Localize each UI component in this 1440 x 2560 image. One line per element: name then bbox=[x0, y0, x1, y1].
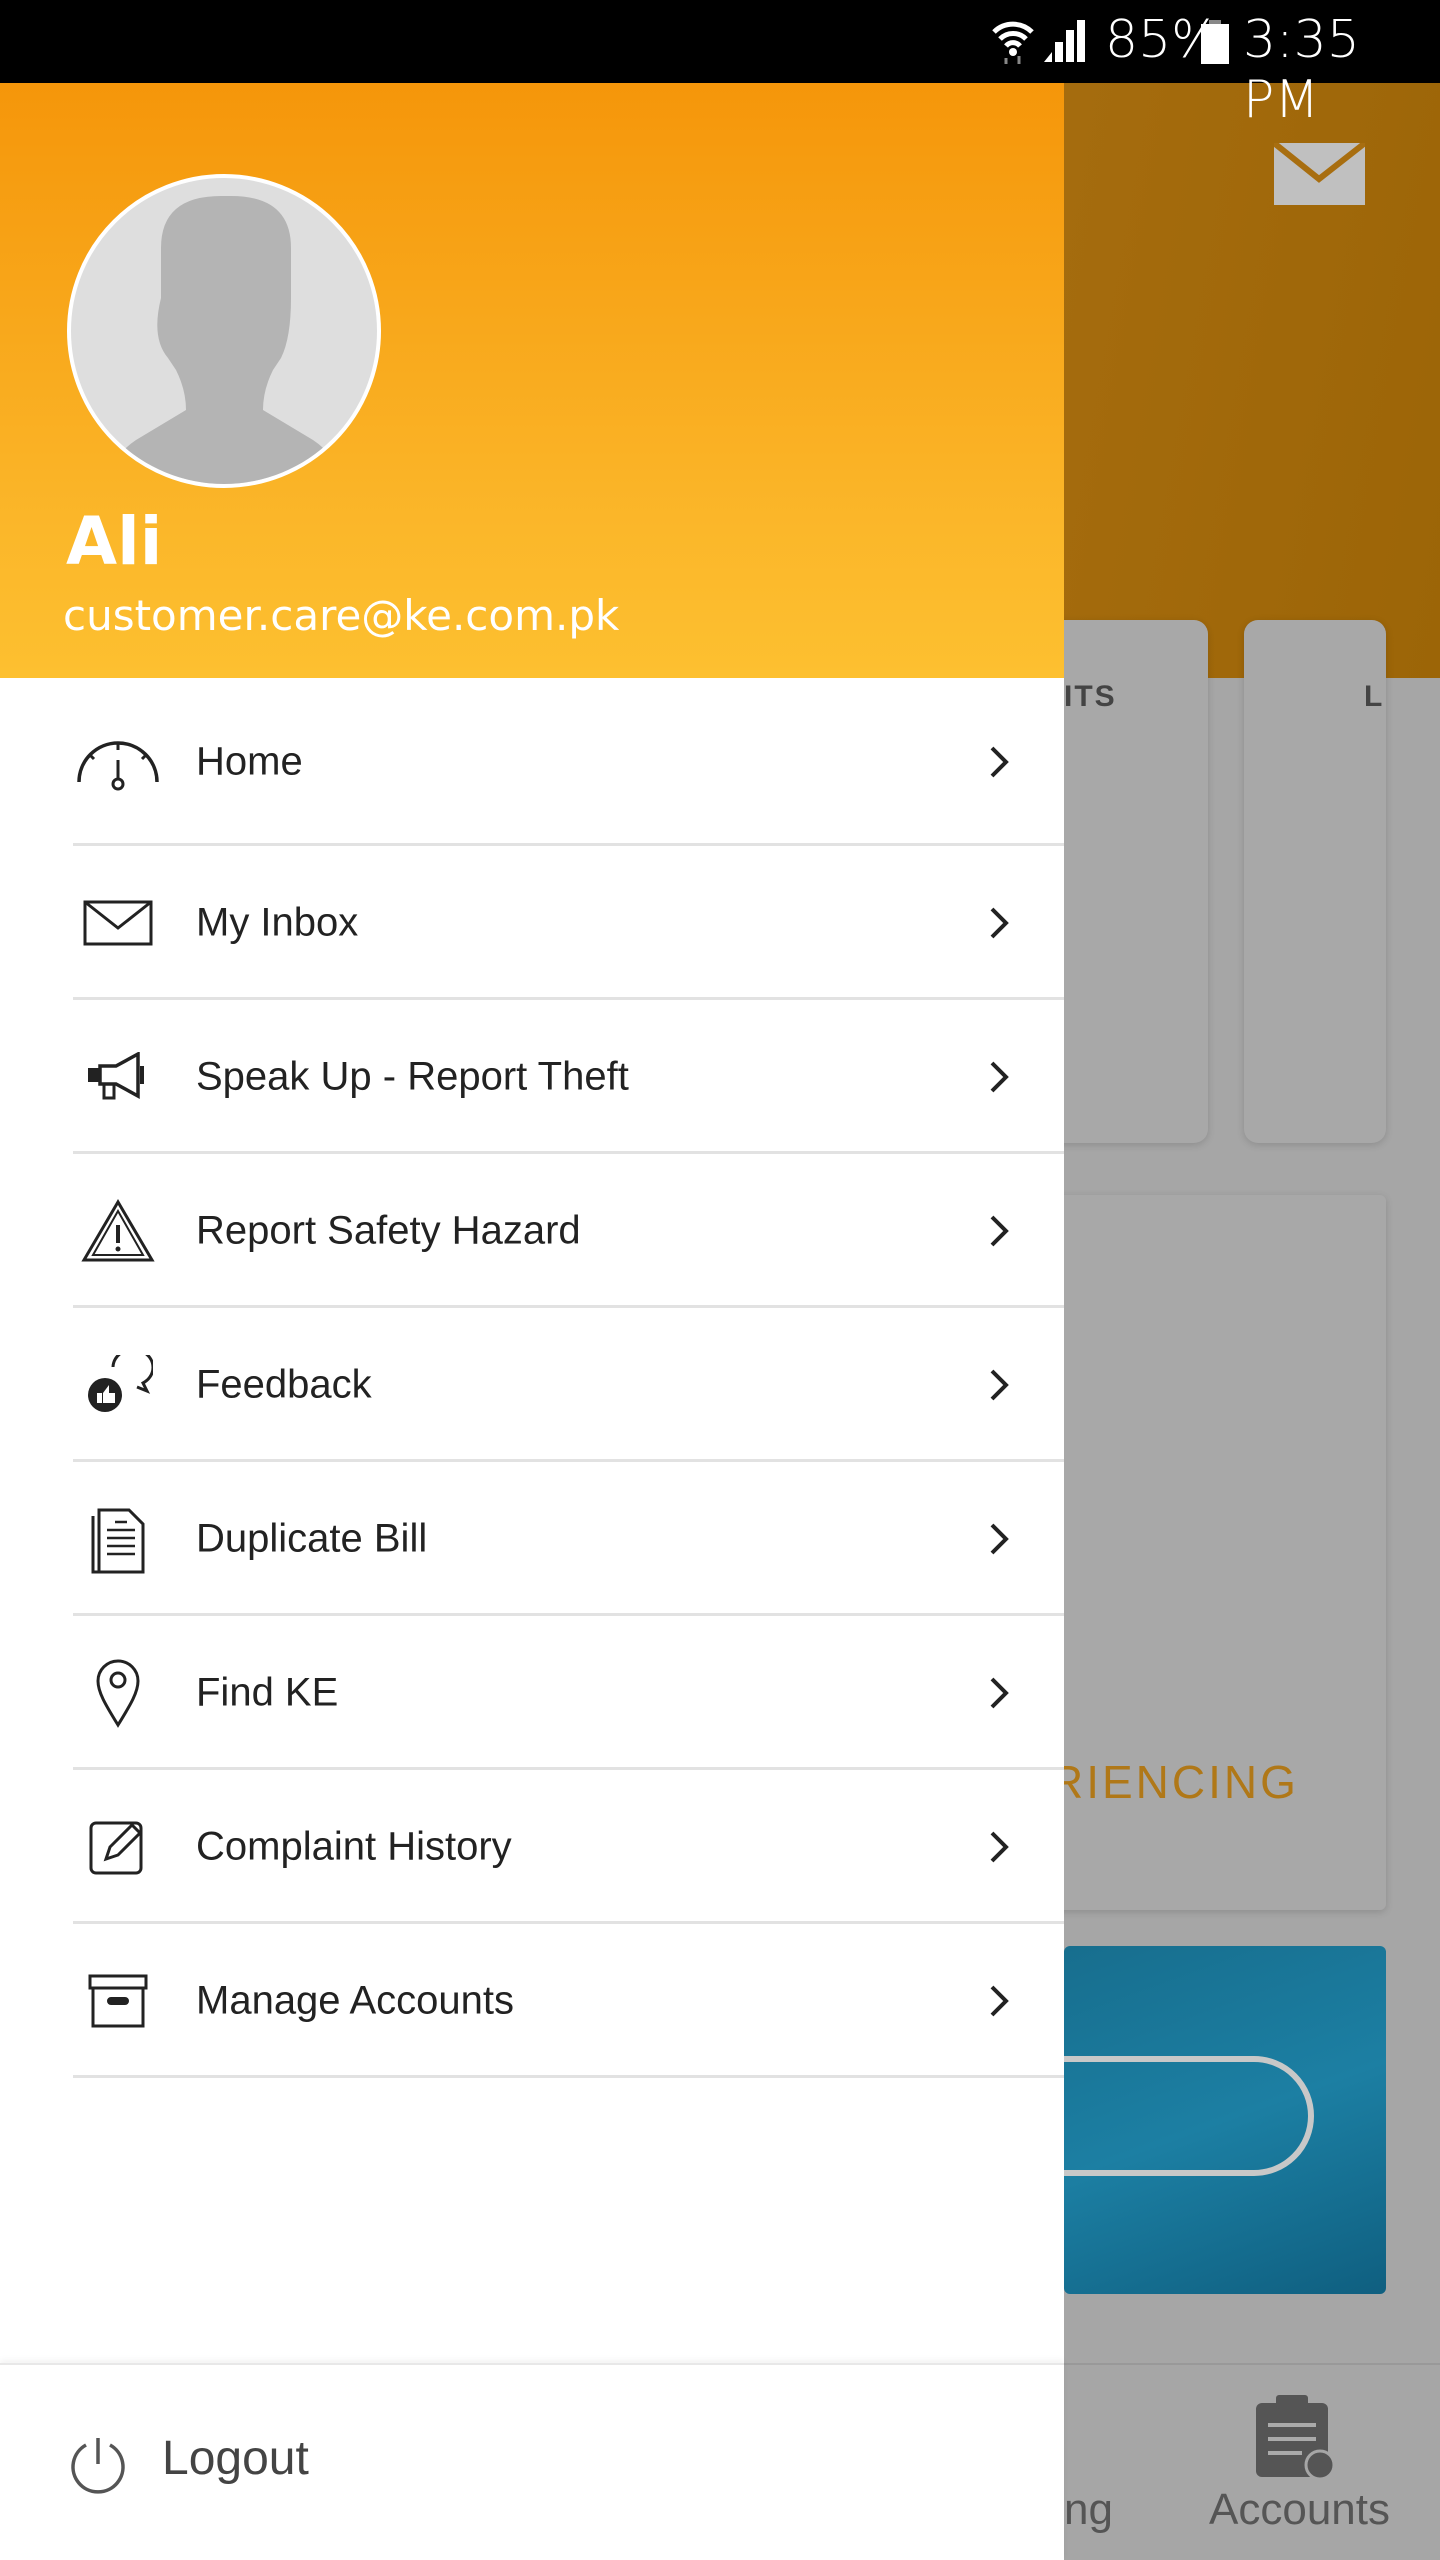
logout-label: Logout bbox=[162, 2431, 309, 2485]
chevron-right-icon bbox=[990, 1523, 1009, 1555]
user-email: customer.care@ke.com.pk bbox=[63, 591, 620, 640]
menu-item-complaint-history[interactable]: Complaint History bbox=[0, 1770, 1064, 1924]
status-bar: 85% 3:35 PM bbox=[0, 0, 1440, 130]
archive-box-icon bbox=[73, 1961, 163, 2041]
divider bbox=[73, 2075, 1064, 2078]
menu-item-label: Find KE bbox=[196, 1670, 339, 1715]
background-banner-card[interactable]: RIENCING bbox=[1030, 1195, 1386, 1910]
feedback-icon bbox=[73, 1345, 163, 1425]
logout-button[interactable]: Logout bbox=[0, 2363, 1064, 2560]
power-icon bbox=[71, 2438, 125, 2494]
menu-item-label: Manage Accounts bbox=[196, 1978, 514, 2023]
signal-icon bbox=[1044, 20, 1085, 62]
chevron-right-icon bbox=[990, 1061, 1009, 1093]
menu-item-my-inbox[interactable]: My Inbox bbox=[0, 846, 1064, 1000]
warning-icon bbox=[73, 1191, 163, 1271]
clock: 3:35 PM bbox=[1243, 10, 1360, 130]
chevron-right-icon bbox=[990, 746, 1009, 778]
location-pin-icon bbox=[73, 1653, 163, 1733]
chevron-right-icon bbox=[990, 907, 1009, 939]
chevron-right-icon bbox=[990, 1831, 1009, 1863]
document-icon bbox=[73, 1499, 163, 1579]
wifi-icon bbox=[992, 21, 1034, 64]
menu-item-report-safety-hazard[interactable]: Report Safety Hazard bbox=[0, 1154, 1064, 1308]
avatar[interactable] bbox=[67, 174, 381, 488]
user-name: Ali bbox=[66, 503, 163, 580]
navigation-drawer: Ali customer.care@ke.com.pk Home My Inbox… bbox=[0, 83, 1064, 2560]
chevron-right-icon bbox=[990, 1215, 1009, 1247]
background-promo-image[interactable] bbox=[1064, 1946, 1386, 2294]
bottom-nav: ng Accounts bbox=[1064, 2363, 1440, 2560]
menu-item-feedback[interactable]: Feedback bbox=[0, 1308, 1064, 1462]
menu-item-label: Duplicate Bill bbox=[196, 1516, 428, 1561]
background-card[interactable]: L bbox=[1244, 620, 1386, 1143]
menu-item-label: Complaint History bbox=[196, 1824, 512, 1869]
menu-item-label: My Inbox bbox=[196, 900, 359, 945]
inbox-icon[interactable] bbox=[1274, 143, 1365, 205]
drawer-header: Ali customer.care@ke.com.pk bbox=[0, 83, 1064, 678]
menu-item-label: Home bbox=[196, 739, 303, 784]
menu-item-find-ke[interactable]: Find KE bbox=[0, 1616, 1064, 1770]
nav-accounts[interactable]: Accounts bbox=[1209, 2485, 1390, 2535]
menu-item-duplicate-bill[interactable]: Duplicate Bill bbox=[0, 1462, 1064, 1616]
battery-icon bbox=[1201, 20, 1229, 64]
speedometer-icon bbox=[73, 722, 163, 802]
megaphone-icon bbox=[73, 1037, 163, 1117]
menu-item-speak-up-report-theft[interactable]: Speak Up - Report Theft bbox=[0, 1000, 1064, 1154]
chevron-right-icon bbox=[990, 1985, 1009, 2017]
menu-item-manage-accounts[interactable]: Manage Accounts bbox=[0, 1924, 1064, 2078]
menu-item-label: Feedback bbox=[196, 1362, 372, 1407]
accounts-icon[interactable] bbox=[1254, 2393, 1336, 2481]
menu-item-label: Speak Up - Report Theft bbox=[196, 1054, 629, 1099]
menu-item-label: Report Safety Hazard bbox=[196, 1208, 581, 1253]
envelope-icon bbox=[73, 883, 163, 963]
chevron-right-icon bbox=[990, 1677, 1009, 1709]
menu-item-home[interactable]: Home bbox=[0, 678, 1064, 846]
chevron-right-icon bbox=[990, 1369, 1009, 1401]
edit-icon bbox=[73, 1807, 163, 1887]
